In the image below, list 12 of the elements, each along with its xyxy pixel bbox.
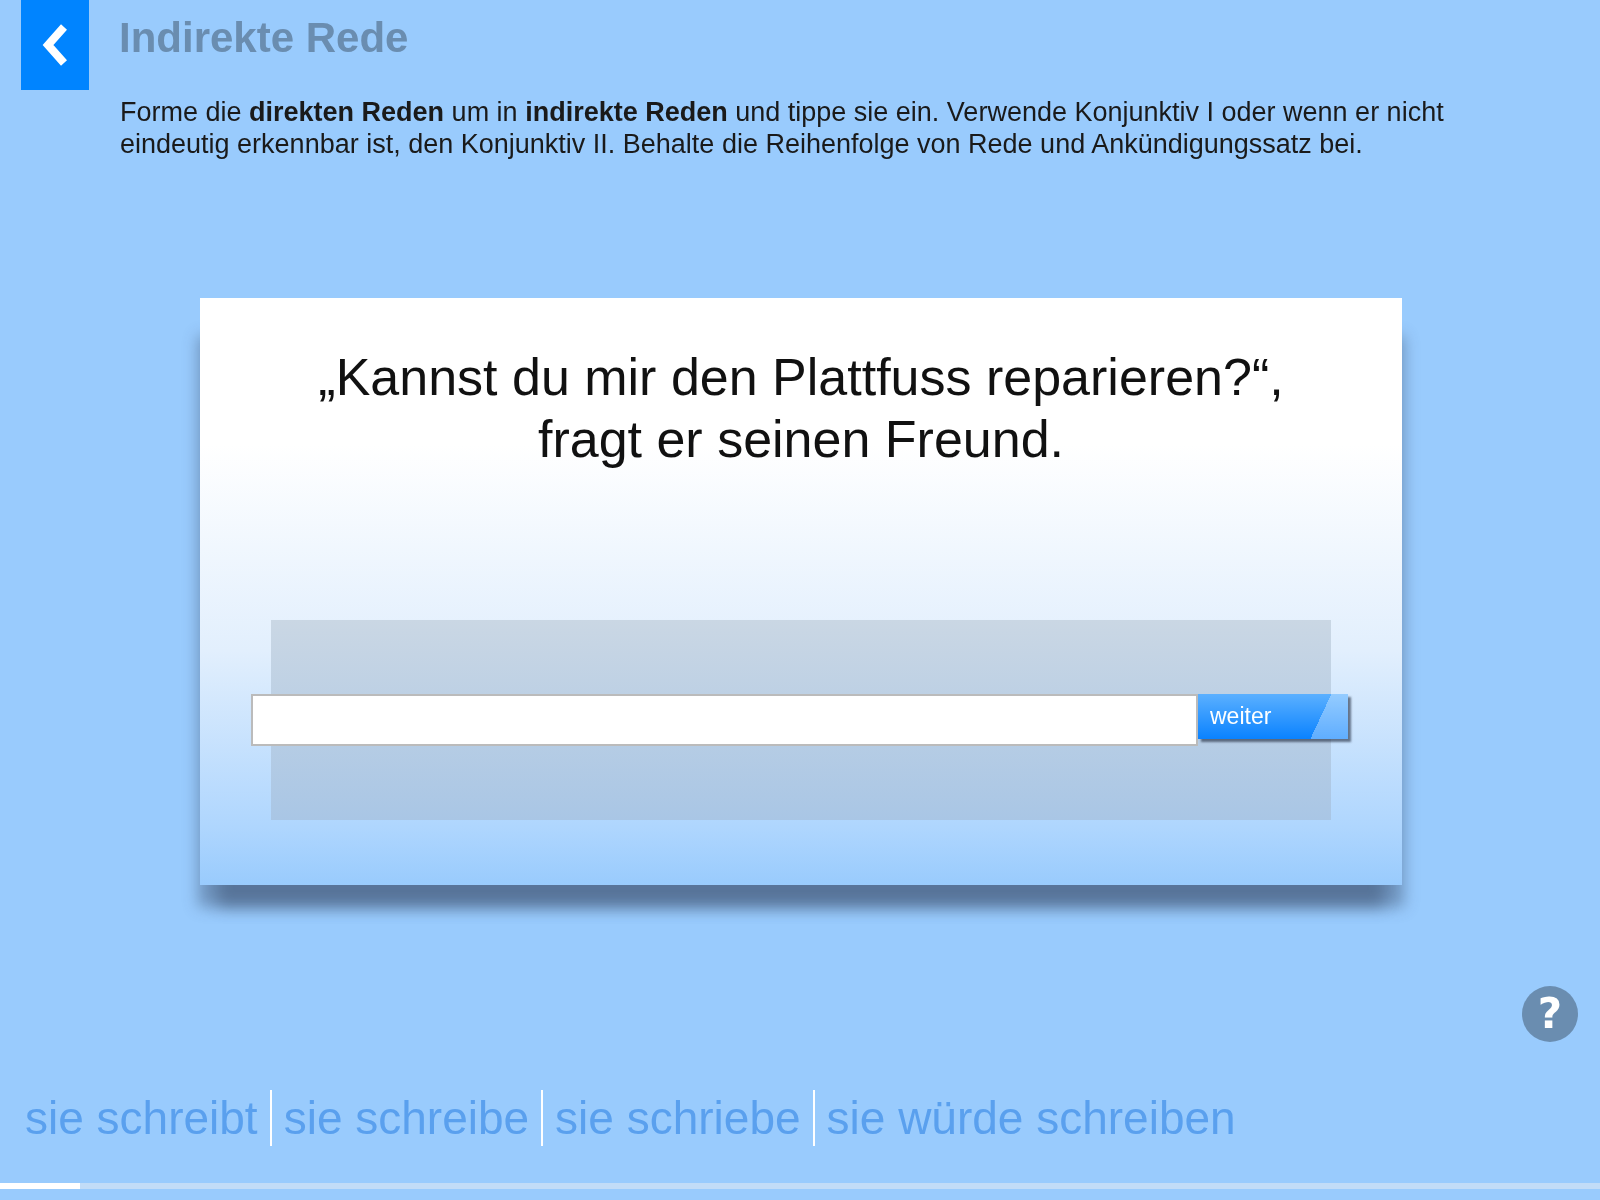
page-title: Indirekte Rede — [119, 14, 409, 62]
help-button[interactable]: ? — [1522, 986, 1578, 1042]
word-option[interactable]: sie würde schreiben — [814, 1090, 1248, 1146]
back-button[interactable] — [21, 0, 89, 90]
next-button[interactable]: weiter — [1198, 694, 1348, 739]
instruction-text: Forme die direkten Reden um in indirekte Reden und tippe sie ein. Verwende Konjunktiv I oder wenn er nicht eindeutig erkennbar ist, den Konjunktiv II. Behalte die Reihenfolge von Rede und Ankündigungssatz bei. — [120, 96, 1445, 160]
answer-field[interactable] — [251, 694, 1198, 746]
quote-text: fragt er seinen Freund. — [537, 409, 1065, 470]
word-option[interactable]: sie schriebe — [543, 1090, 813, 1146]
quote-text: „Kannst du mir den Plattfuss reparieren?“, — [318, 347, 1284, 408]
word-option[interactable]: sie schreibt — [25, 1090, 270, 1146]
word-option[interactable]: sie schreibe — [271, 1090, 542, 1146]
